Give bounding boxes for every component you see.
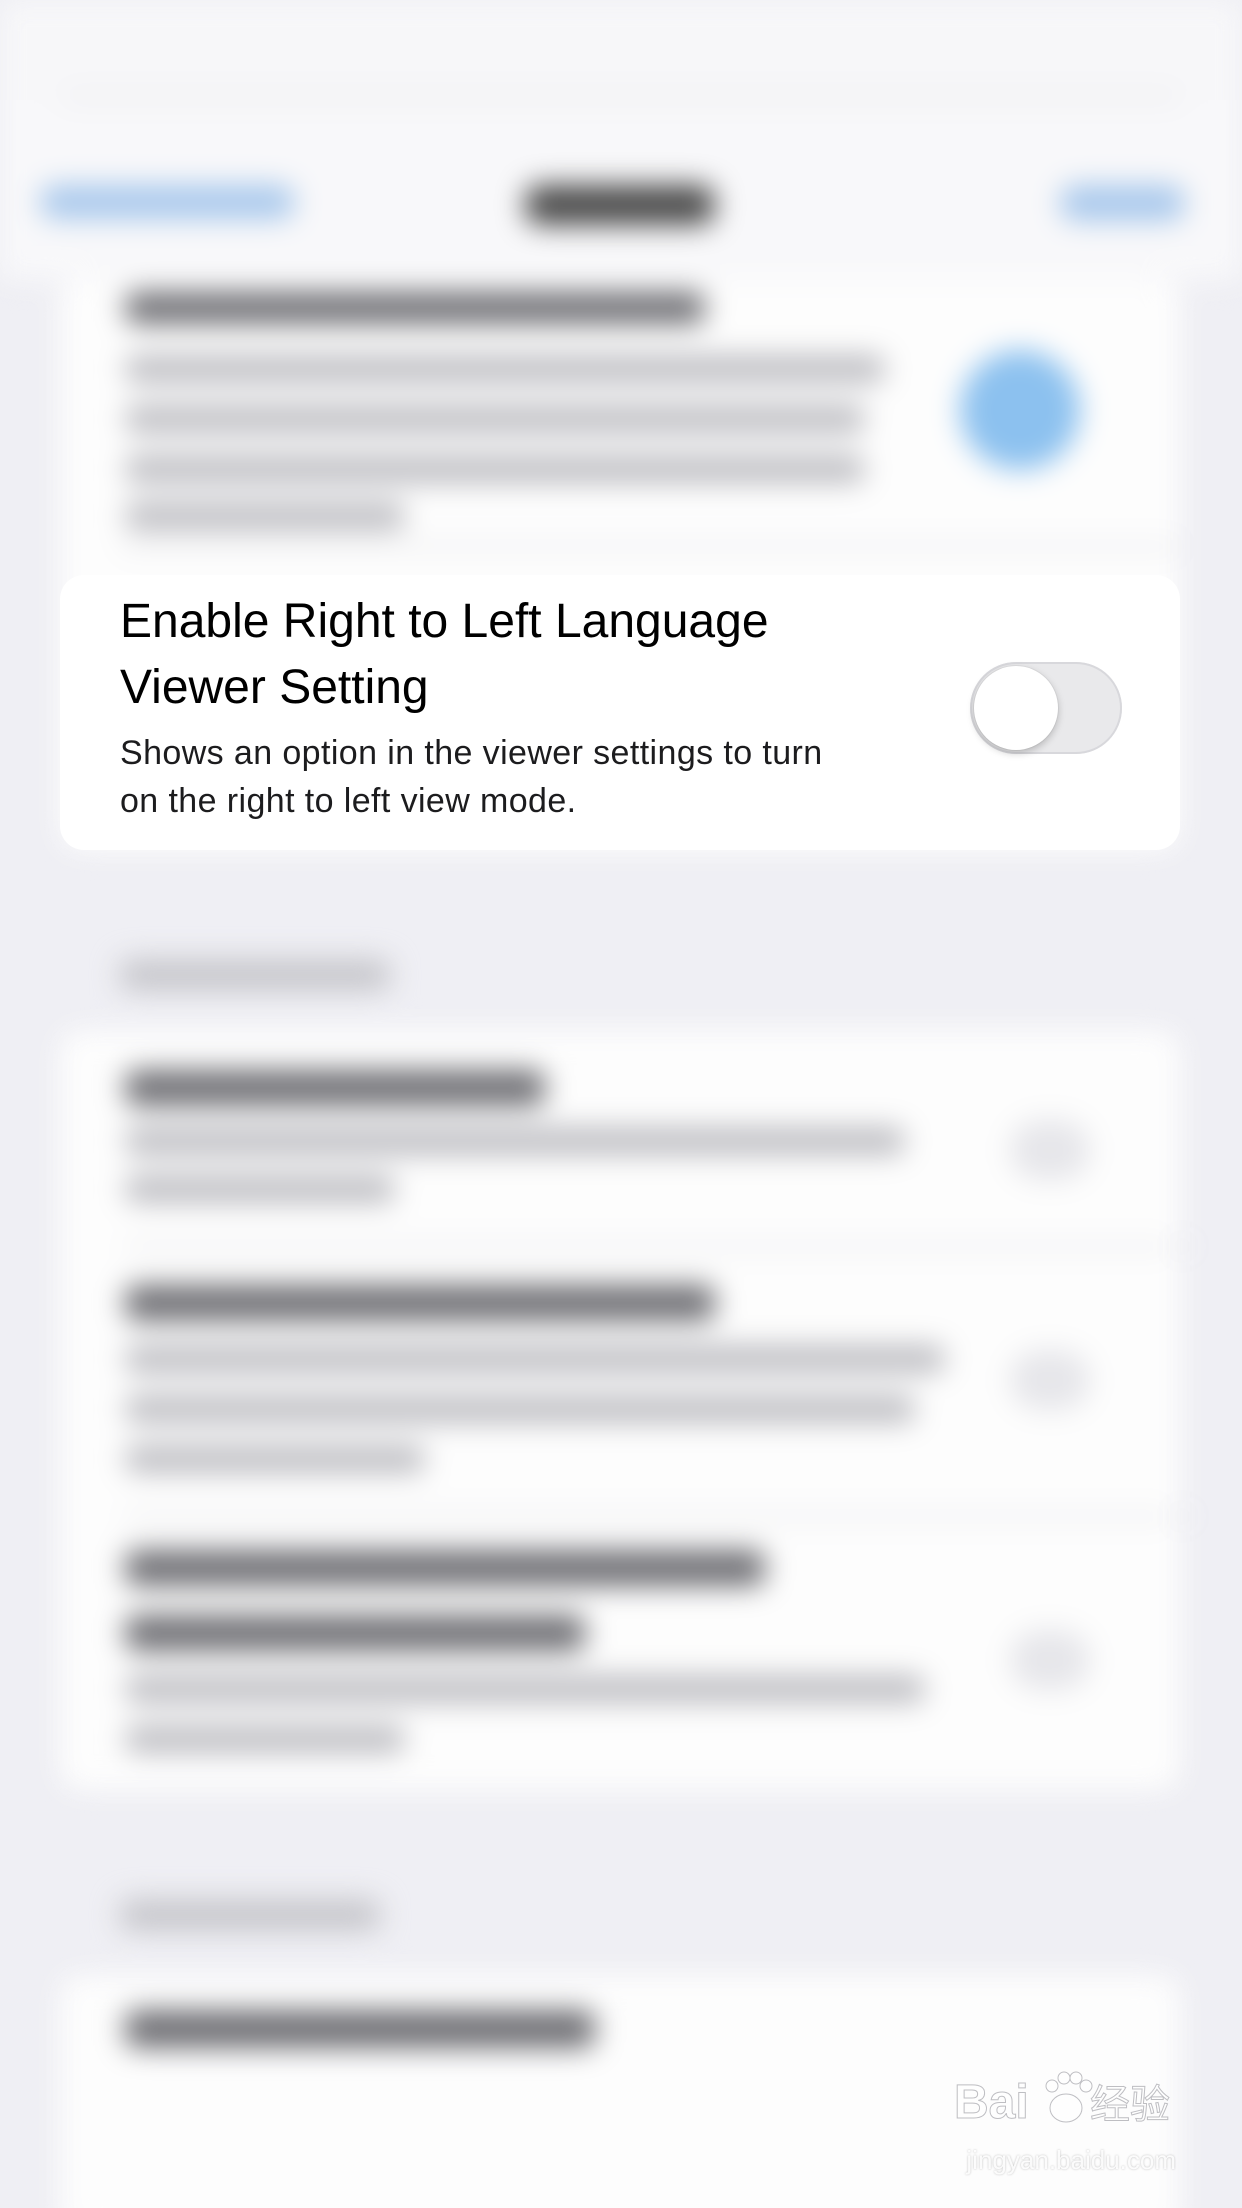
blurred-back-button (40, 185, 295, 219)
watermark-site: jingyan.baidu.com (966, 2145, 1176, 2175)
svg-text:Bai: Bai (954, 2076, 1029, 2129)
setting-description: Shows an option in the viewer settings t… (120, 729, 960, 825)
baidu-watermark: Bai 经验 jingyan.baidu.com (954, 2056, 1184, 2176)
blurred-card-group-2 (60, 1030, 1185, 1790)
svg-text:经验: 经验 (1090, 2082, 1170, 2128)
setting-title-line1: Enable Right to Left Language (120, 595, 769, 648)
setting-row-rtl-viewer: Enable Right to Left Language Viewer Set… (60, 575, 1180, 850)
blurred-section-header (120, 960, 390, 990)
setting-text: Enable Right to Left Language Viewer Set… (120, 589, 960, 825)
blurred-section-header-2 (120, 1900, 380, 1930)
blurred-nav-title (525, 185, 715, 225)
setting-title: Enable Right to Left Language Viewer Set… (120, 589, 960, 721)
settings-screen: Enable Right to Left Language Viewer Set… (0, 0, 1242, 2208)
toggle-knob (974, 666, 1058, 750)
rtl-viewer-toggle-switch[interactable] (970, 662, 1122, 754)
baidu-logo-icon: Bai 经验 (954, 2071, 1171, 2130)
setting-description-line1: Shows an option in the viewer settings t… (120, 734, 823, 772)
status-bar (0, 0, 1242, 100)
setting-title-line2: Viewer Setting (120, 661, 429, 714)
setting-description-line2: on the right to left view mode. (120, 782, 577, 820)
blurred-nav-action (1060, 185, 1185, 221)
blurred-background (0, 0, 1242, 2208)
